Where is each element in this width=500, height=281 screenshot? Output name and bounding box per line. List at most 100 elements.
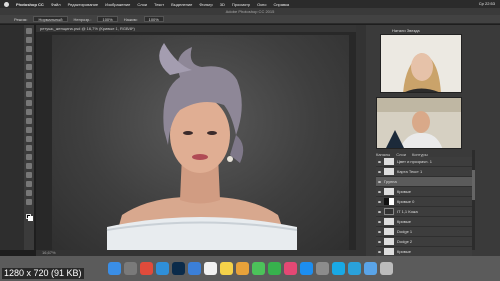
layer-thumbnail bbox=[384, 158, 394, 165]
menu-bar: Photoshop CC Файл Редактирование Изображ… bbox=[0, 0, 500, 8]
layer-row[interactable]: Dodge 1 bbox=[376, 227, 472, 237]
mode-select[interactable]: Нормальный bbox=[33, 16, 68, 22]
photos-icon[interactable] bbox=[235, 262, 249, 275]
layer-name: Кривые bbox=[397, 249, 412, 254]
portrait-photo bbox=[106, 43, 298, 250]
opacity-input[interactable]: 100% bbox=[97, 16, 118, 22]
layer-row[interactable]: Карта Текст 1 bbox=[376, 167, 472, 177]
visibility-eye-icon[interactable] bbox=[378, 180, 381, 183]
visibility-eye-icon[interactable] bbox=[378, 160, 381, 163]
menu-help[interactable]: Справка bbox=[273, 2, 289, 7]
visibility-eye-icon[interactable] bbox=[378, 200, 381, 203]
menu-view[interactable]: Просмотр bbox=[232, 2, 250, 7]
gradient-tool-icon[interactable] bbox=[26, 127, 32, 133]
history-brush-tool-icon[interactable] bbox=[26, 109, 32, 115]
dodge-tool-icon[interactable] bbox=[26, 145, 32, 151]
itunes-icon[interactable] bbox=[283, 262, 297, 275]
visibility-eye-icon[interactable] bbox=[378, 190, 381, 193]
visibility-eye-icon[interactable] bbox=[378, 240, 381, 243]
menu-edit[interactable]: Редактирование bbox=[68, 2, 98, 7]
type-tool-icon[interactable] bbox=[26, 163, 32, 169]
layer-thumbnail bbox=[384, 218, 394, 225]
apple-icon[interactable] bbox=[4, 1, 9, 7]
menu-3d[interactable]: 3D bbox=[220, 2, 225, 7]
path-select-tool-icon[interactable] bbox=[26, 172, 32, 178]
layer-row[interactable]: Кривые bbox=[376, 217, 472, 227]
webcam-man-image bbox=[377, 98, 461, 148]
menu-type[interactable]: Текст bbox=[154, 2, 164, 7]
menu-filter[interactable]: Фильтр bbox=[199, 2, 212, 7]
photoshop-icon[interactable] bbox=[171, 262, 185, 275]
visibility-eye-icon[interactable] bbox=[378, 210, 381, 213]
lasso-tool-icon[interactable] bbox=[26, 46, 32, 52]
layer-list: Цвет и прозрачн. 1 Карта Текст 1 Группа Кри… bbox=[376, 157, 472, 257]
layer-name: Карта Текст 1 bbox=[397, 169, 423, 174]
zoom-level[interactable]: 16,67% bbox=[42, 250, 56, 255]
visibility-eye-icon[interactable] bbox=[378, 170, 381, 173]
layer-thumbnail bbox=[384, 238, 394, 245]
image-size-label: 1280 x 720 (91 KB) bbox=[2, 268, 84, 279]
webcam-woman-image bbox=[381, 35, 461, 92]
document-canvas-image[interactable] bbox=[52, 35, 349, 250]
quick-select-tool-icon[interactable] bbox=[26, 55, 32, 61]
tab-channels[interactable]: Каналы bbox=[376, 152, 390, 157]
layer-row[interactable]: Группа bbox=[376, 177, 472, 187]
rectangle-tool-icon[interactable] bbox=[26, 181, 32, 187]
move-tool-icon[interactable] bbox=[26, 28, 32, 34]
skype-icon[interactable] bbox=[331, 262, 345, 275]
telegram-icon[interactable] bbox=[347, 262, 361, 275]
messages-icon[interactable] bbox=[251, 262, 265, 275]
eyedropper-tool-icon[interactable] bbox=[26, 73, 32, 79]
visibility-eye-icon[interactable] bbox=[378, 220, 381, 223]
pen-tool-icon[interactable] bbox=[26, 154, 32, 160]
trash-icon[interactable] bbox=[379, 262, 393, 275]
layer-row[interactable]: Кривые 0 bbox=[376, 197, 472, 207]
appstore-icon[interactable] bbox=[299, 262, 313, 275]
app-menu[interactable]: Photoshop CC bbox=[16, 2, 44, 7]
color-swatches[interactable] bbox=[25, 214, 33, 221]
facetime-icon[interactable] bbox=[267, 262, 281, 275]
layer-row[interactable]: IT 1,1 Кожа bbox=[376, 207, 472, 217]
finder-icon[interactable] bbox=[107, 262, 121, 275]
healing-brush-tool-icon[interactable] bbox=[26, 82, 32, 88]
mail-icon[interactable] bbox=[187, 262, 201, 275]
menu-select[interactable]: Выделение bbox=[171, 2, 192, 7]
tab-layers[interactable]: Слои bbox=[396, 152, 406, 157]
menu-file[interactable]: Файл bbox=[51, 2, 61, 7]
layers-scrollbar[interactable] bbox=[472, 150, 475, 250]
left-strip bbox=[0, 25, 24, 250]
notes-icon[interactable] bbox=[219, 262, 233, 275]
tab-paths[interactable]: Контуры bbox=[412, 152, 428, 157]
brush-tool-icon[interactable] bbox=[26, 91, 32, 97]
crop-tool-icon[interactable] bbox=[26, 64, 32, 70]
tools-panel bbox=[24, 25, 34, 250]
menu-image[interactable]: Изображение bbox=[105, 2, 130, 7]
flow-input[interactable]: 100% bbox=[143, 16, 164, 22]
hand-tool-icon[interactable] bbox=[26, 190, 32, 196]
layer-name: Кривые 0 bbox=[397, 199, 415, 204]
eraser-tool-icon[interactable] bbox=[26, 118, 32, 124]
clone-stamp-tool-icon[interactable] bbox=[26, 100, 32, 106]
visibility-eye-icon[interactable] bbox=[378, 250, 381, 253]
zoom-tool-icon[interactable] bbox=[26, 199, 32, 205]
webcam-video-1 bbox=[380, 34, 462, 93]
layer-row[interactable]: Цвет и прозрачн. 1 bbox=[376, 157, 472, 167]
marquee-tool-icon[interactable] bbox=[26, 37, 32, 43]
menu-layers[interactable]: Слои bbox=[137, 2, 147, 7]
layers-panel: Каналы Слои Контуры Цвет и прозрачн. 1 Ка… bbox=[376, 152, 472, 257]
menu-window[interactable]: Окно bbox=[257, 2, 266, 7]
visibility-eye-icon[interactable] bbox=[378, 230, 381, 233]
preferences-icon[interactable] bbox=[315, 262, 329, 275]
folder-icon[interactable] bbox=[363, 262, 377, 275]
scrollbar-thumb[interactable] bbox=[472, 170, 475, 200]
background-color[interactable] bbox=[27, 216, 33, 221]
document-tab[interactable]: ретушь_женщина.psd @ 16,7% (Кривые 1, RG… bbox=[36, 25, 356, 32]
launchpad-icon[interactable] bbox=[123, 262, 137, 275]
layer-row[interactable]: Кривые bbox=[376, 187, 472, 197]
layer-name: Dodge 2 bbox=[397, 239, 413, 244]
blur-tool-icon[interactable] bbox=[26, 136, 32, 142]
layer-row[interactable]: Dodge 2 bbox=[376, 237, 472, 247]
calendar-icon[interactable] bbox=[203, 262, 217, 275]
safari-icon[interactable] bbox=[155, 262, 169, 275]
chrome-icon[interactable] bbox=[139, 262, 153, 275]
